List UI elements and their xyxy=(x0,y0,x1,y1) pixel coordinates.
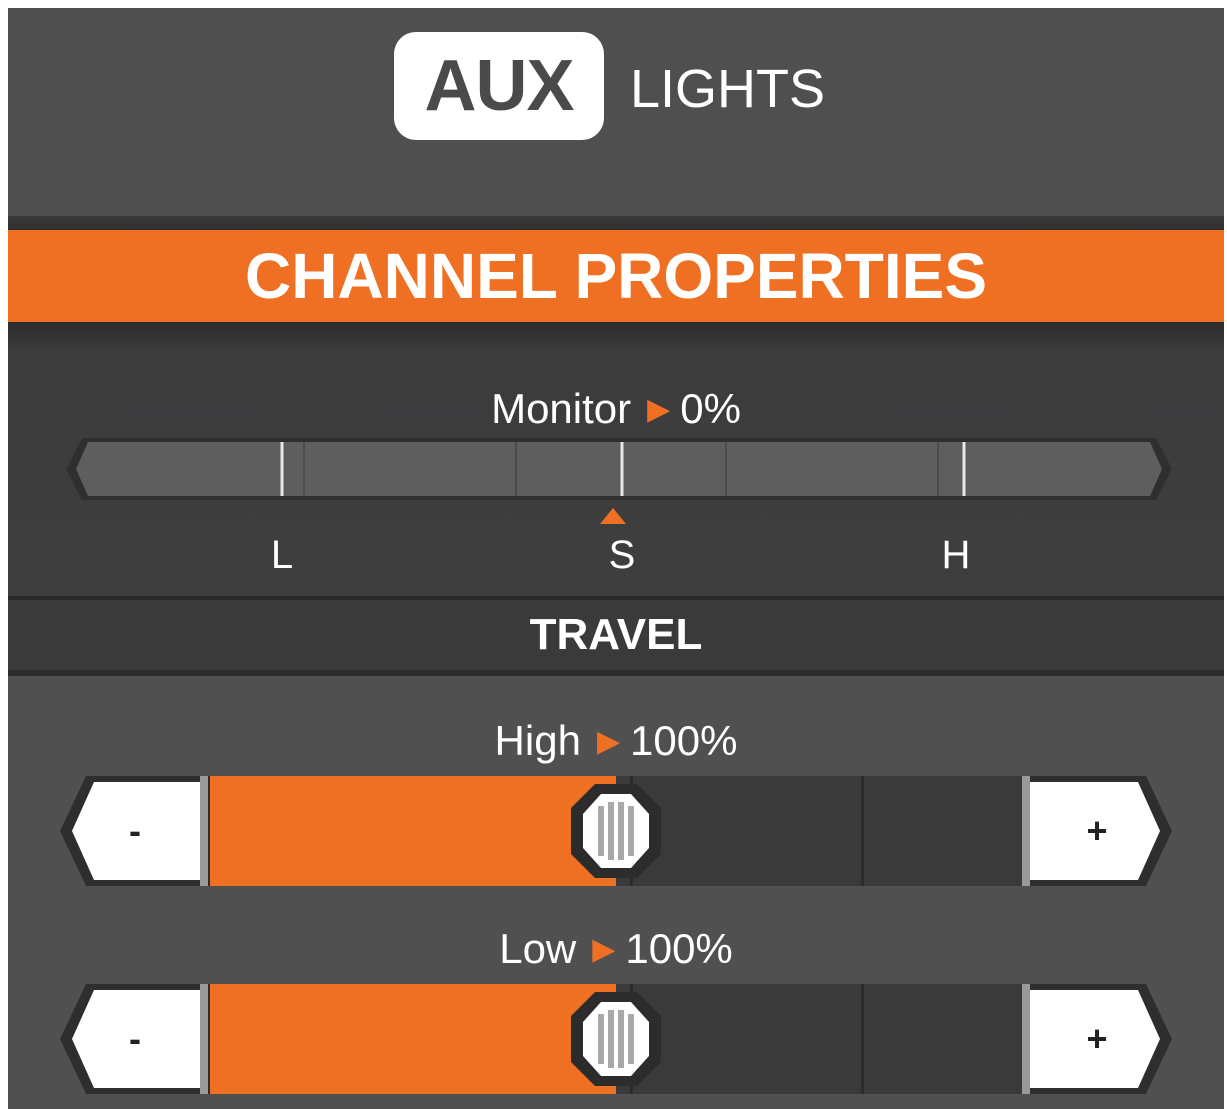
low-travel-slider[interactable]: - + xyxy=(60,984,1172,1094)
up-triangle-icon xyxy=(600,508,626,524)
slider-track-empty xyxy=(616,776,1024,886)
plus-label: + xyxy=(1086,810,1108,851)
channel-title: LIGHTS xyxy=(630,59,826,119)
tick-label-center: S xyxy=(608,533,636,577)
monitor-section: Monitor ▶ 0% L S H xyxy=(8,322,1224,596)
minus-label: - xyxy=(129,810,141,851)
monitor-bar xyxy=(66,438,1172,500)
slider-track-fill xyxy=(208,776,616,886)
octagon-grip-icon[interactable] xyxy=(571,992,661,1086)
slider-track-empty xyxy=(616,984,1024,1094)
low-increase-button[interactable]: + xyxy=(1022,984,1172,1094)
monitor-value: 0% xyxy=(680,385,741,432)
aux-badge: AUX xyxy=(394,32,604,140)
high-label: High xyxy=(494,717,581,764)
high-label-row: High ▶ 100% xyxy=(8,716,1224,766)
high-decrease-button[interactable]: - xyxy=(60,776,210,886)
octagon-grip-icon[interactable] xyxy=(571,784,661,878)
slider-track-fill xyxy=(208,984,616,1094)
aux-badge-label: AUX xyxy=(424,46,574,126)
channel-properties-screen: AUX LIGHTS CHANNEL PROPERTIES Monitor ▶ … xyxy=(8,8,1224,1109)
right-triangle-icon: ▶ xyxy=(647,392,671,426)
section-banner: CHANNEL PROPERTIES xyxy=(8,230,1224,322)
low-label: Low xyxy=(499,925,577,972)
low-decrease-button[interactable]: - xyxy=(60,984,210,1094)
high-increase-button[interactable]: + xyxy=(1022,776,1172,886)
monitor-label: Monitor xyxy=(491,385,632,432)
right-triangle-icon: ▶ xyxy=(592,932,616,966)
low-label-row: Low ▶ 100% xyxy=(8,924,1224,974)
high-travel-slider[interactable]: - + xyxy=(60,776,1172,886)
minus-label: - xyxy=(129,1018,141,1059)
header: AUX LIGHTS xyxy=(8,8,1224,222)
slider-divider xyxy=(861,984,864,1094)
tick-label-low: L xyxy=(270,533,294,577)
monitor-label-row: Monitor ▶ 0% xyxy=(8,384,1224,434)
tick-label-high: H xyxy=(941,533,971,577)
slider-divider xyxy=(861,776,864,886)
travel-section: High ▶ 100% - + Low ▶ 100% - + xyxy=(8,676,1224,1109)
travel-title: TRAVEL xyxy=(529,610,703,659)
high-value: 100% xyxy=(630,717,738,764)
travel-header: TRAVEL xyxy=(8,596,1224,676)
banner-title: CHANNEL PROPERTIES xyxy=(244,240,988,312)
header-divider xyxy=(8,216,1224,230)
plus-label: + xyxy=(1086,1018,1108,1059)
right-triangle-icon: ▶ xyxy=(596,724,621,758)
low-value: 100% xyxy=(625,925,733,972)
